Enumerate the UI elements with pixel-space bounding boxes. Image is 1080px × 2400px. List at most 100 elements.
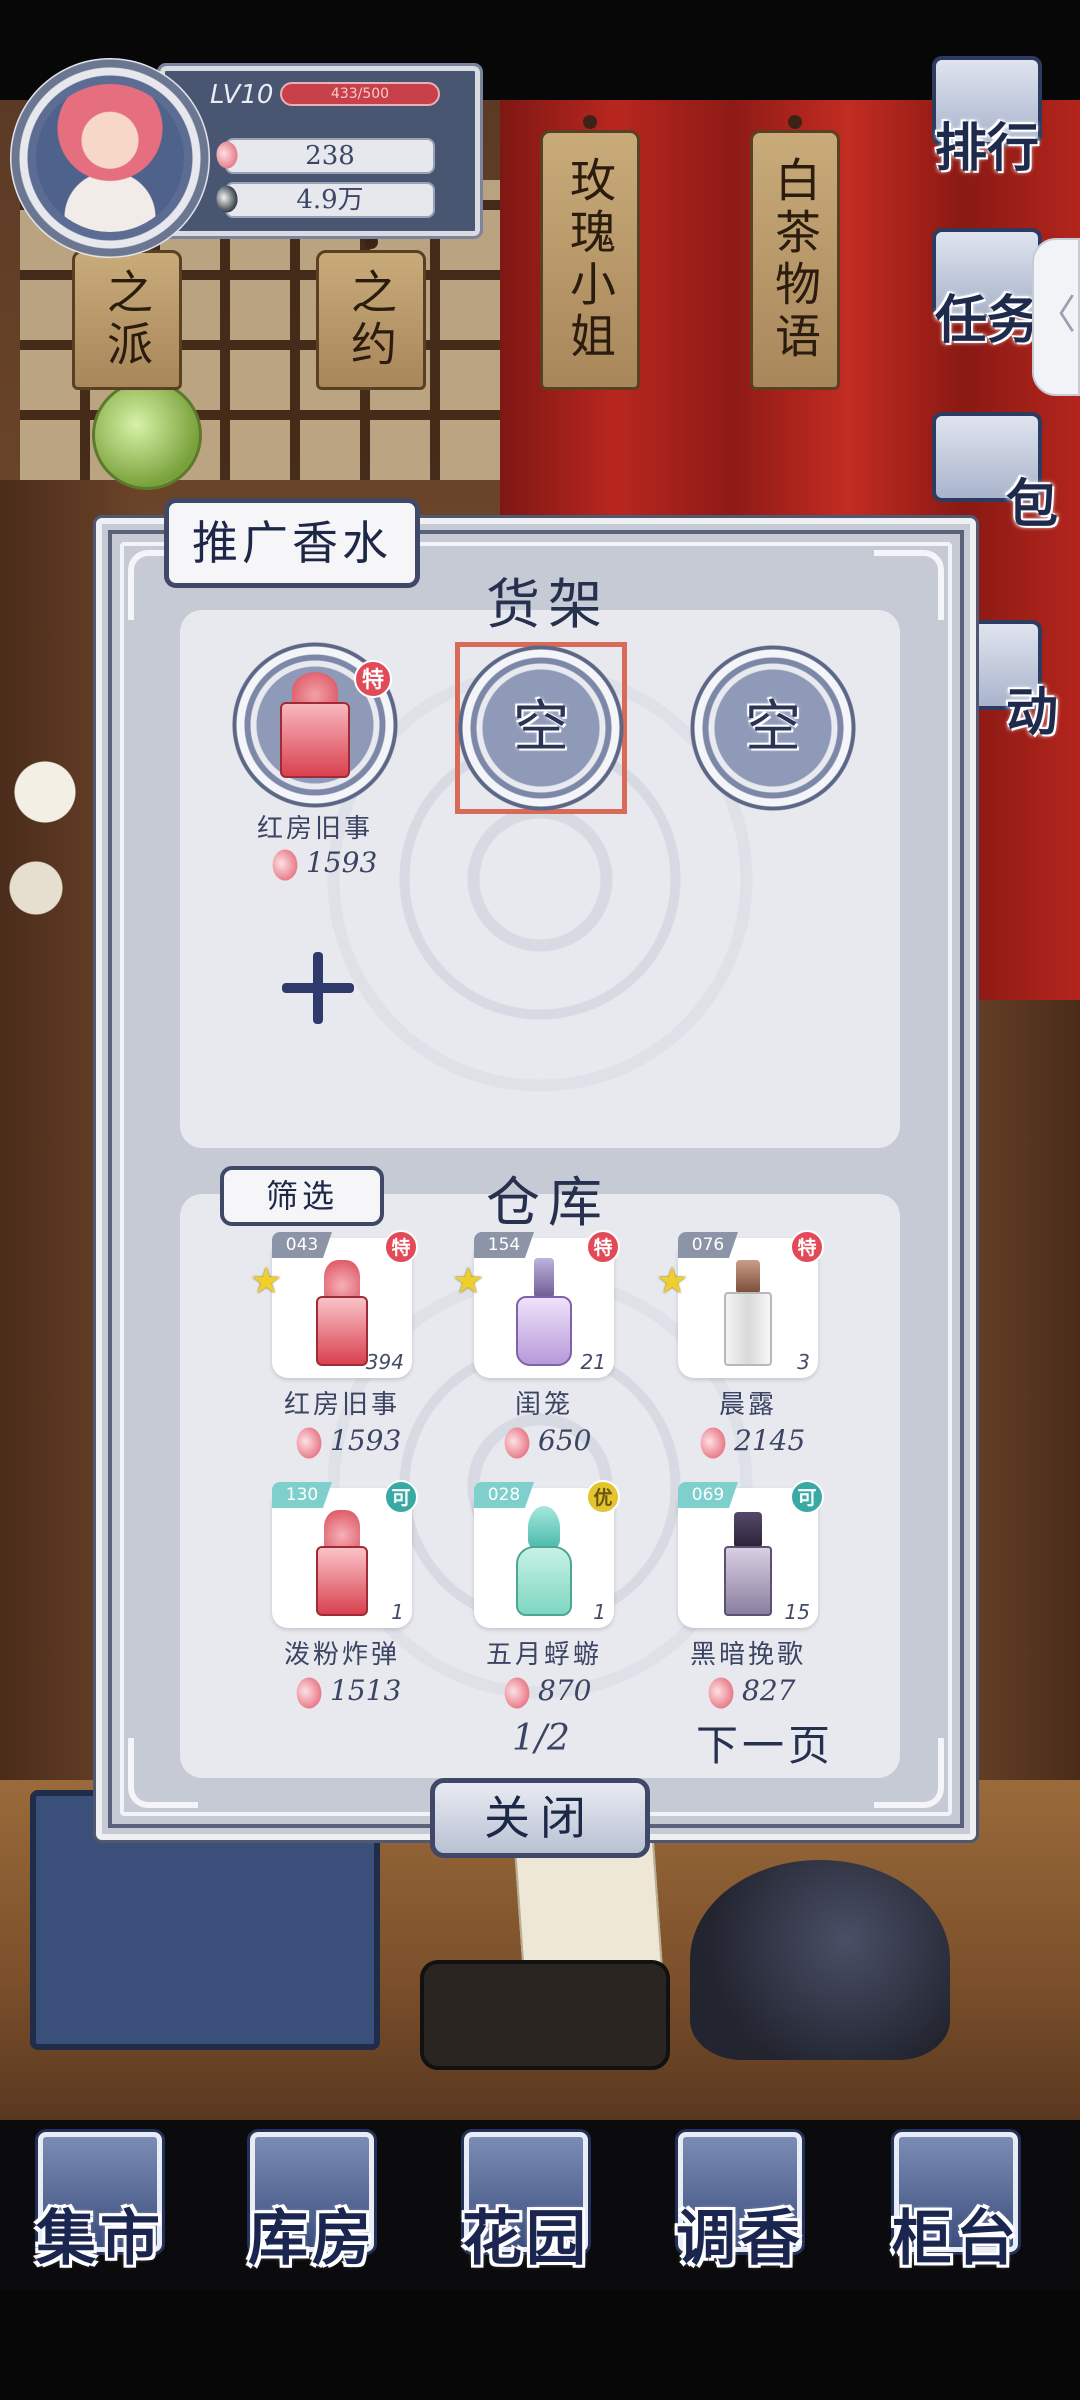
exp-bar: 433/500 [280, 82, 440, 106]
leaf-amount: 4.9万 [296, 185, 364, 215]
shelf-slot-3[interactable]: 空 [690, 645, 856, 811]
petal-icon [266, 845, 304, 884]
warehouse-title: 仓库 [486, 1171, 610, 1234]
price-value: 870 [538, 1674, 592, 1707]
petal-icon [290, 1423, 328, 1462]
price-value: 650 [538, 1424, 592, 1457]
leaf-icon [211, 182, 243, 216]
item-name: 晨露 [718, 1390, 777, 1420]
item-quantity: 15 [784, 1600, 810, 1624]
perfume-bottle-icon [280, 672, 350, 778]
warehouse-item-6[interactable]: 069 可 15 [678, 1480, 824, 1628]
item-quantity: 1 [593, 1600, 606, 1624]
player-panel[interactable]: LV10 433/500 238 4.9万 [10, 58, 483, 258]
item-quantity: 394 [365, 1350, 404, 1374]
wave-ornament [690, 1860, 950, 2060]
grade-badge: 特 [384, 1230, 418, 1264]
warehouse-item-1[interactable]: 043 特 ★ 394 [250, 1230, 418, 1378]
special-badge: 特 [354, 660, 392, 698]
warehouse-item-4[interactable]: 130 可 1 [272, 1480, 418, 1628]
item-quantity: 1 [391, 1600, 404, 1624]
petal-icon [290, 1673, 328, 1712]
petal-icon [498, 1673, 536, 1712]
perfume-bottle-icon [512, 1502, 576, 1620]
petal-amount: 238 [305, 141, 355, 171]
star-icon: ★ [250, 1261, 283, 1302]
nav-blending[interactable]: 调香 [650, 2128, 830, 2298]
nav-market[interactable]: 集市 [10, 2128, 190, 2298]
nav-storehouse[interactable]: 库房 [222, 2128, 402, 2298]
filter-button[interactable]: 筛选 [220, 1166, 384, 1226]
nav-blending-label: 调香 [676, 2204, 804, 2274]
item-name: 闺笼 [514, 1390, 573, 1420]
perfume-bottle-icon [512, 1252, 576, 1370]
item-price: 2145 [694, 1423, 806, 1462]
warehouse-item-5[interactable]: 028 优 1 [474, 1480, 620, 1628]
price-value: 1593 [330, 1424, 402, 1457]
bottom-navigation: 集市 库房 花园 调香 柜台 [0, 2128, 1080, 2298]
perfume-bottle-icon [310, 1502, 374, 1620]
navigation-bar-area [0, 2290, 1080, 2400]
shelf-title: 货架 [486, 573, 610, 636]
item-price: 827 [702, 1673, 796, 1712]
item-price: 870 [498, 1673, 592, 1712]
corner-ornament [874, 550, 944, 620]
petal-icon [694, 1423, 732, 1462]
inkstone [420, 1960, 670, 2070]
page-indicator: 1/2 [512, 1718, 570, 1759]
grade-badge: 特 [790, 1230, 824, 1264]
warehouse-item-3[interactable]: 076 特 ★ 3 [656, 1230, 824, 1378]
petal-currency: 238 [211, 138, 435, 174]
item-price: 1513 [290, 1673, 402, 1712]
hanging-tag-4: 白茶物语 [750, 115, 840, 390]
player-level: LV10 [210, 80, 274, 110]
hanging-bottle [92, 380, 202, 490]
nav-counter[interactable]: 柜台 [866, 2128, 1046, 2298]
side-collapse-tab[interactable]: 〈 [1032, 238, 1080, 396]
empty-slot-label: 空 [513, 695, 569, 760]
grade-badge: 特 [586, 1230, 620, 1264]
warehouse-item-2[interactable]: 154 特 ★ 21 [452, 1230, 620, 1378]
exp-text: 433/500 [330, 86, 390, 102]
nav-counter-label: 柜台 [892, 2204, 1020, 2274]
perfume-bottle-icon [310, 1252, 374, 1370]
item-quantity: 3 [797, 1350, 810, 1374]
shelf-slot-1-name: 红房旧事 [256, 814, 373, 844]
price-value: 1513 [330, 1674, 402, 1707]
star-icon: ★ [656, 1261, 689, 1302]
nav-market-label: 集市 [36, 2204, 164, 2274]
petal-icon [702, 1673, 740, 1712]
dialog-title: 推广香水 [164, 498, 420, 588]
petal-icon [498, 1423, 536, 1462]
item-name: 泼粉炸弹 [283, 1640, 400, 1670]
price-value: 2145 [734, 1424, 806, 1457]
price-value: 1593 [306, 846, 378, 879]
item-quantity: 21 [580, 1350, 606, 1374]
shelf-slot-1-price: 1593 [266, 845, 378, 884]
perfume-bottle-icon [716, 1252, 780, 1370]
grade-badge: 可 [384, 1480, 418, 1514]
avatar[interactable] [36, 84, 184, 232]
leaf-currency: 4.9万 [211, 182, 435, 218]
nav-storehouse-label: 库房 [248, 2204, 376, 2274]
hanging-tag-2: 之约 [316, 235, 426, 390]
hanging-tag-3: 玫瑰小姐 [540, 115, 640, 390]
close-button[interactable]: 关闭 [430, 1778, 650, 1858]
petal-icon [211, 138, 243, 172]
empty-slot-label: 空 [745, 695, 801, 760]
ranking-button[interactable]: 排行 [912, 56, 1062, 181]
shelf-slot-1[interactable]: 特 [232, 642, 398, 808]
item-name: 五月蜉蝣 [485, 1640, 602, 1670]
item-price: 650 [498, 1423, 592, 1462]
next-page-button[interactable]: 下一页 [696, 1712, 834, 1773]
item-name: 红房旧事 [283, 1390, 400, 1420]
ranking-label: 排行 [934, 118, 1039, 179]
nav-garden-label: 花园 [462, 2204, 590, 2274]
hanging-tag-1: 之派 [72, 235, 182, 390]
add-slot-button[interactable] [282, 952, 354, 1024]
chrysanthemum-decor [0, 720, 90, 960]
price-value: 827 [742, 1674, 796, 1707]
nav-garden[interactable]: 花园 [436, 2128, 616, 2298]
shelf-slot-2[interactable]: 空 [458, 645, 624, 811]
grade-badge: 可 [790, 1480, 824, 1514]
